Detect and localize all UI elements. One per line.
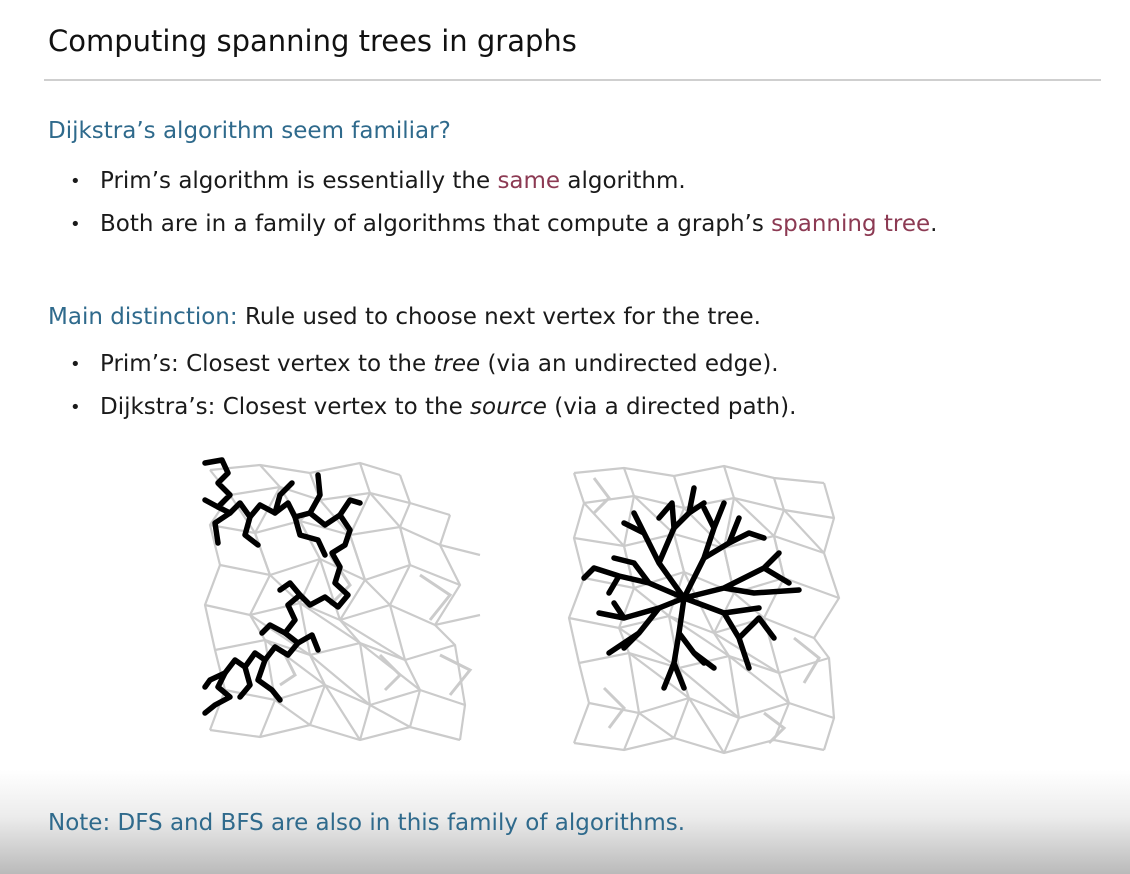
dijkstra-tree-edges — [581, 485, 802, 691]
bullet-text: Both are in a family of algorithms that … — [100, 211, 772, 237]
highlight-text: same — [497, 168, 561, 194]
bullet-text: algorithm. — [560, 168, 686, 194]
list-item: • Dijkstra’s: Closest vertex to the sourc… — [70, 386, 796, 429]
highlight-text: spanning tree — [771, 211, 931, 237]
title-divider — [44, 79, 1101, 81]
section2-heading: Main distinction: — [48, 304, 238, 330]
list-item: • Prim’s algorithm is essentially the sam… — [70, 160, 937, 203]
prim-spanning-tree-figure — [202, 457, 481, 742]
bullet-text: (via a directed path). — [546, 394, 797, 420]
section1-heading: Dijkstra’s algorithm seem familiar? — [48, 118, 451, 144]
section1-bullets: • Prim’s algorithm is essentially the sam… — [70, 160, 937, 246]
italic-text: source — [470, 394, 547, 420]
bullet-text: . — [930, 211, 938, 237]
list-item: • Both are in a family of algorithms that… — [70, 203, 937, 246]
list-item: • Prim’s: Closest vertex to the tree (via… — [70, 343, 796, 386]
section2-text: Rule used to choose next vertex for the … — [237, 304, 761, 330]
bullet-dot-icon: • — [70, 171, 81, 192]
section2-bullets: • Prim’s: Closest vertex to the tree (via… — [70, 343, 796, 429]
section2-line: Main distinction: Rule used to choose ne… — [48, 304, 761, 330]
dijkstra-spanning-tree-figure — [567, 464, 841, 755]
bullet-text: Prim’s algorithm is essentially the — [100, 168, 498, 194]
bullet-dot-icon: • — [70, 397, 81, 418]
slide-title: Computing spanning trees in graphs — [48, 24, 577, 58]
bullet-text: (via an undirected edge). — [480, 351, 779, 377]
bullet-dot-icon: • — [70, 214, 81, 235]
footer-note: Note: DFS and BFS are also in this famil… — [48, 810, 686, 836]
bullet-dot-icon: • — [70, 354, 81, 375]
bullet-text: Dijkstra’s: Closest vertex to the — [100, 394, 471, 420]
italic-text: tree — [433, 351, 481, 377]
bullet-text: Prim’s: Closest vertex to the — [100, 351, 434, 377]
